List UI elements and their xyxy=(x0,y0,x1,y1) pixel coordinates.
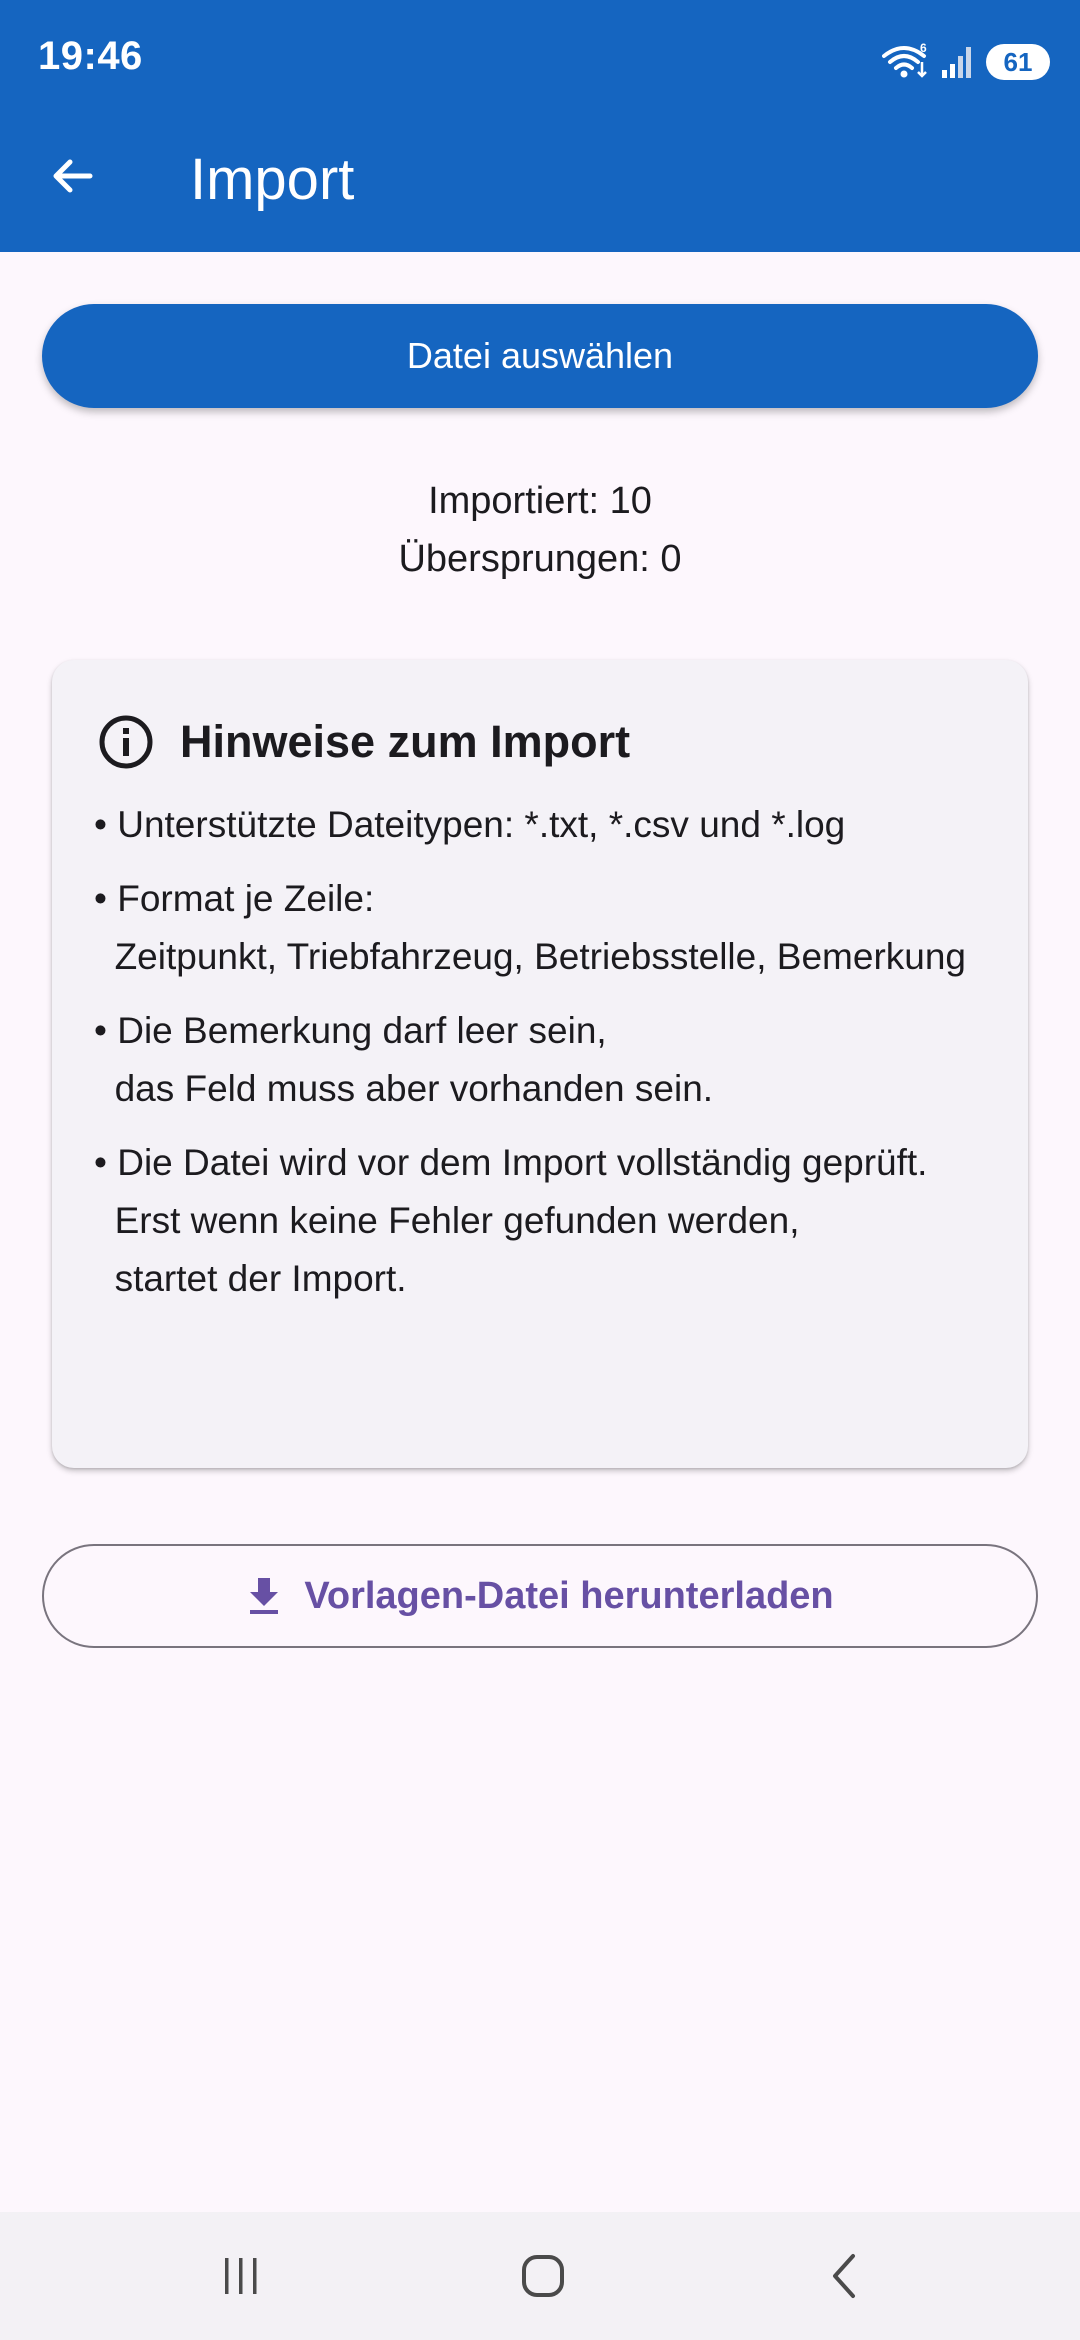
recent-apps-icon xyxy=(225,2258,257,2294)
hint-file-types: • Unterstützte Dateitypen: *.txt, *.csv … xyxy=(94,804,846,845)
status-icons: 6 61 xyxy=(882,40,1050,84)
system-navigation-bar xyxy=(0,2212,1080,2340)
info-icon xyxy=(99,715,153,769)
card-header: Hinweise zum Import xyxy=(98,714,630,770)
recent-apps-button[interactable] xyxy=(196,2236,286,2316)
top-app-bar: 19:46 6 61 Import xyxy=(0,0,1080,252)
hints-list: • Unterstützte Dateitypen: *.txt, *.csv … xyxy=(94,796,994,1324)
download-template-button[interactable]: Vorlagen-Datei herunterladen xyxy=(42,1544,1038,1648)
import-screen: 19:46 6 61 Import Datei auswählen Import… xyxy=(0,0,1080,2340)
battery-icon: 61 xyxy=(986,44,1050,80)
imported-count: Importiert: 10 xyxy=(428,480,652,522)
arrow-back-icon xyxy=(53,159,93,193)
back-icon xyxy=(833,2254,855,2298)
page-title: Import xyxy=(190,147,355,212)
back-button[interactable] xyxy=(42,146,102,206)
status-time: 19:46 xyxy=(38,34,143,78)
hint-line-format: • Format je Zeile: Zeitpunkt, Triebfahrz… xyxy=(94,878,966,977)
home-icon xyxy=(522,2255,564,2297)
home-button[interactable] xyxy=(498,2236,588,2316)
card-title: Hinweise zum Import xyxy=(180,716,631,767)
select-file-button[interactable]: Datei auswählen xyxy=(42,304,1038,408)
wifi-icon: 6 xyxy=(882,42,927,78)
signal-icon xyxy=(942,47,971,78)
network-badge: 6 xyxy=(920,42,927,55)
system-back-button[interactable] xyxy=(800,2236,890,2316)
import-hints-card: Hinweise zum Import • Unterstützte Datei… xyxy=(52,660,1028,1468)
hint-validation: • Die Datei wird vor dem Import vollstän… xyxy=(94,1142,928,1299)
hint-remark-field: • Die Bemerkung darf leer sein, das Feld… xyxy=(94,1010,714,1109)
download-icon xyxy=(250,1578,279,1614)
import-stats: Importiert: 10 Übersprungen: 0 xyxy=(0,472,1080,588)
skipped-count: Übersprungen: 0 xyxy=(398,538,682,580)
download-template-label: Vorlagen-Datei herunterladen xyxy=(304,1574,834,1617)
battery-level: 61 xyxy=(1003,46,1033,77)
